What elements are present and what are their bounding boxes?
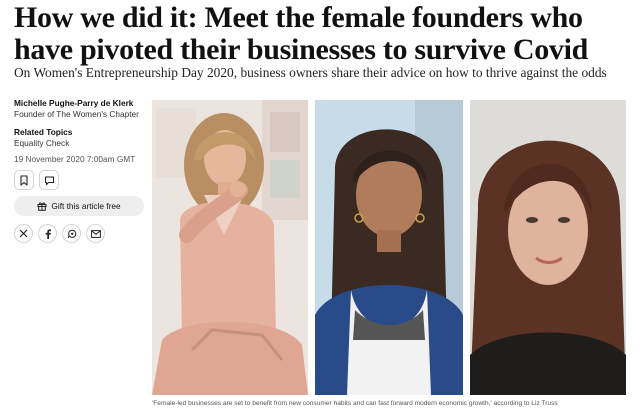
- comments-button[interactable]: [39, 170, 59, 190]
- topic-link-equality-check[interactable]: Equality Check: [14, 138, 69, 148]
- bookmark-icon: [20, 174, 28, 186]
- photo-caption: 'Female-led businesses are set to benefi…: [152, 400, 558, 407]
- whatsapp-icon: [67, 229, 76, 238]
- article-standfirst: On Women's Entrepreneurship Day 2020, bu…: [14, 65, 607, 80]
- author-role: Founder of The Women's Chapter: [14, 109, 139, 119]
- share-facebook-button[interactable]: [38, 224, 57, 243]
- author-name[interactable]: Michelle Pughe-Parry de Klerk: [14, 98, 133, 108]
- gift-button-label: Gift this article free: [51, 201, 121, 211]
- founder-photo-2: [315, 100, 463, 395]
- email-icon: [90, 229, 101, 238]
- gift-article-button[interactable]: Gift this article free: [14, 196, 144, 216]
- share-email-button[interactable]: [86, 224, 105, 243]
- publish-date: 19 November 2020 7:00am GMT: [14, 154, 136, 164]
- share-x-button[interactable]: [14, 224, 33, 243]
- founder-photo-3: [470, 100, 626, 395]
- article-headline: How we did it: Meet the female founders …: [14, 1, 589, 66]
- facebook-icon: [45, 229, 51, 239]
- founder-photo-1: [152, 100, 308, 395]
- x-logo-icon: [19, 229, 28, 238]
- share-whatsapp-button[interactable]: [62, 224, 81, 243]
- bookmark-button[interactable]: [14, 170, 34, 190]
- gift-icon: [37, 202, 47, 211]
- comment-icon: [44, 175, 54, 185]
- related-topics-label: Related Topics: [14, 127, 73, 137]
